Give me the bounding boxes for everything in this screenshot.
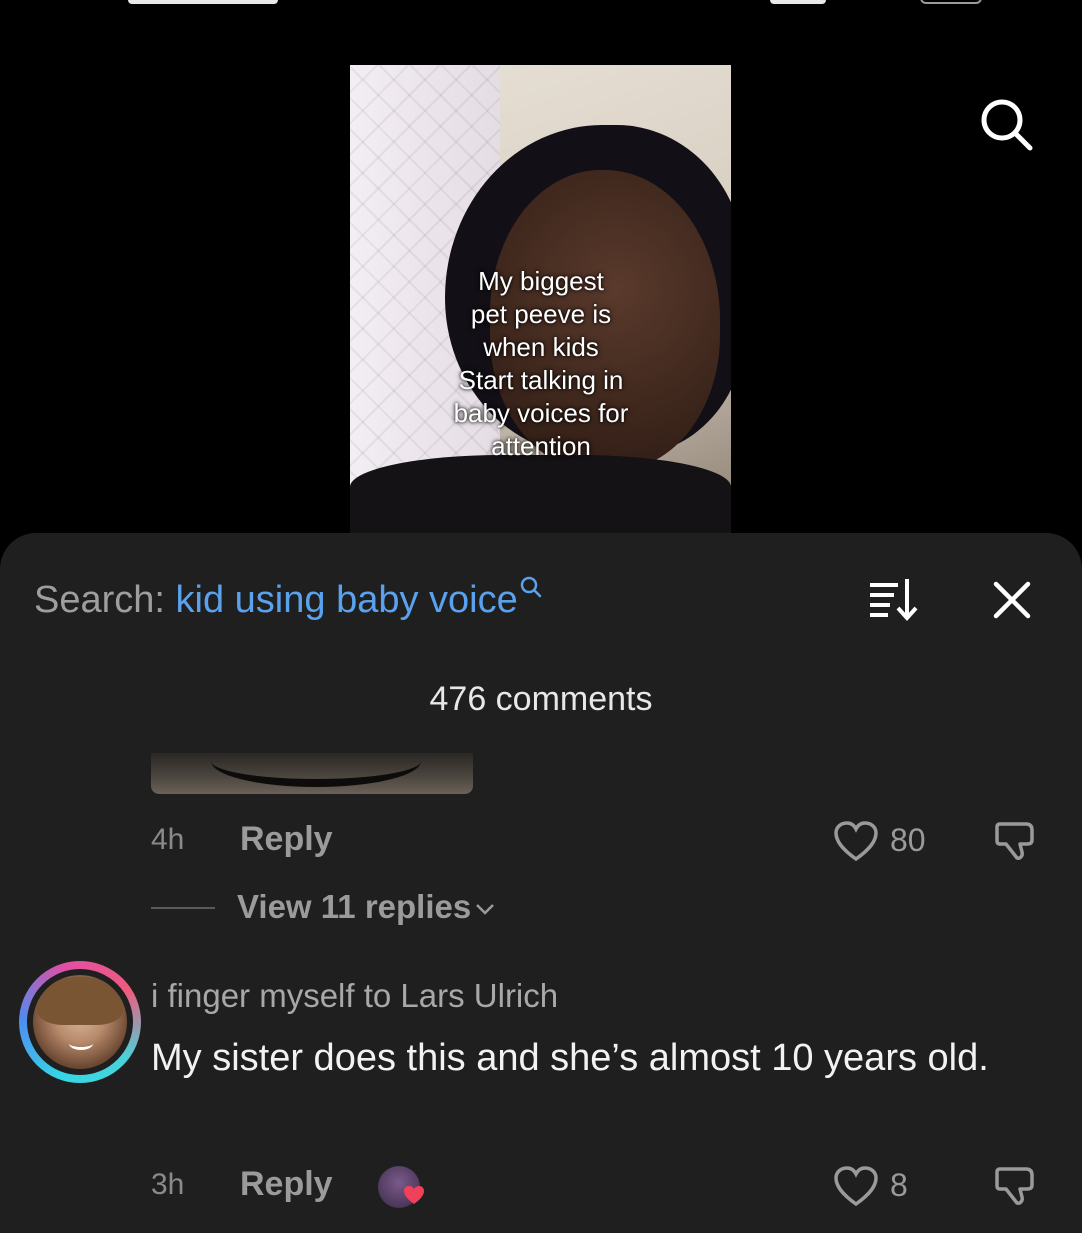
- replies-divider: [151, 907, 215, 909]
- close-icon[interactable]: [990, 578, 1034, 622]
- like-count: 80: [890, 822, 926, 858]
- comment-count: 476 comments: [429, 680, 653, 718]
- reply-button[interactable]: Reply: [240, 820, 333, 859]
- dislike-icon[interactable]: [992, 1163, 1040, 1209]
- video-shirt: [350, 455, 731, 535]
- caption-line: My biggest: [478, 266, 604, 296]
- comments-sheet: [0, 533, 1082, 1233]
- creator-liked-badge: [378, 1166, 428, 1208]
- dislike-icon[interactable]: [992, 818, 1040, 864]
- sort-icon[interactable]: [866, 575, 918, 623]
- comment-timestamp: 4h: [151, 823, 185, 856]
- status-bar-time-fragment: [128, 0, 278, 4]
- caption-line: pet peeve is: [470, 299, 612, 329]
- like-count: 8: [890, 1167, 908, 1203]
- comment-username[interactable]: i finger myself to Lars Ulrich: [151, 977, 558, 1015]
- view-replies-button[interactable]: View 11 replies: [237, 888, 495, 926]
- search-icon[interactable]: [978, 96, 1034, 152]
- comment-text: My sister does this and she’s almost 10 …: [151, 1037, 989, 1079]
- battery-icon: [920, 0, 982, 4]
- avatar[interactable]: [19, 961, 141, 1083]
- search-icon: [520, 576, 541, 598]
- reply-button[interactable]: Reply: [240, 1165, 333, 1204]
- caption-line: attention: [491, 431, 591, 461]
- caption-line: Start talking in: [458, 365, 624, 395]
- video-caption: My biggest pet peeve is when kids Start …: [430, 265, 652, 463]
- search-prefix: Search:: [34, 579, 165, 621]
- search-header[interactable]: Search: kid using baby voice: [34, 576, 542, 622]
- comment-timestamp: 3h: [151, 1168, 185, 1201]
- avatar-photo: [33, 975, 127, 1069]
- view-replies-label: View 11 replies: [237, 888, 472, 925]
- caption-line: when kids: [483, 332, 599, 362]
- heart-icon[interactable]: [832, 1164, 880, 1208]
- status-bar-signal-fragment: [770, 0, 826, 4]
- avatar-smile: [69, 1037, 93, 1050]
- video-preview[interactable]: My biggest pet peeve is when kids Start …: [350, 65, 731, 535]
- heart-icon: [404, 1186, 424, 1204]
- comment-image-attachment[interactable]: [151, 753, 473, 794]
- chevron-down-icon: [476, 904, 495, 916]
- heart-icon[interactable]: [832, 819, 880, 863]
- caption-line: baby voices for: [453, 398, 629, 428]
- search-query-link[interactable]: kid using baby voice: [176, 579, 518, 621]
- avatar-hair: [37, 977, 123, 1025]
